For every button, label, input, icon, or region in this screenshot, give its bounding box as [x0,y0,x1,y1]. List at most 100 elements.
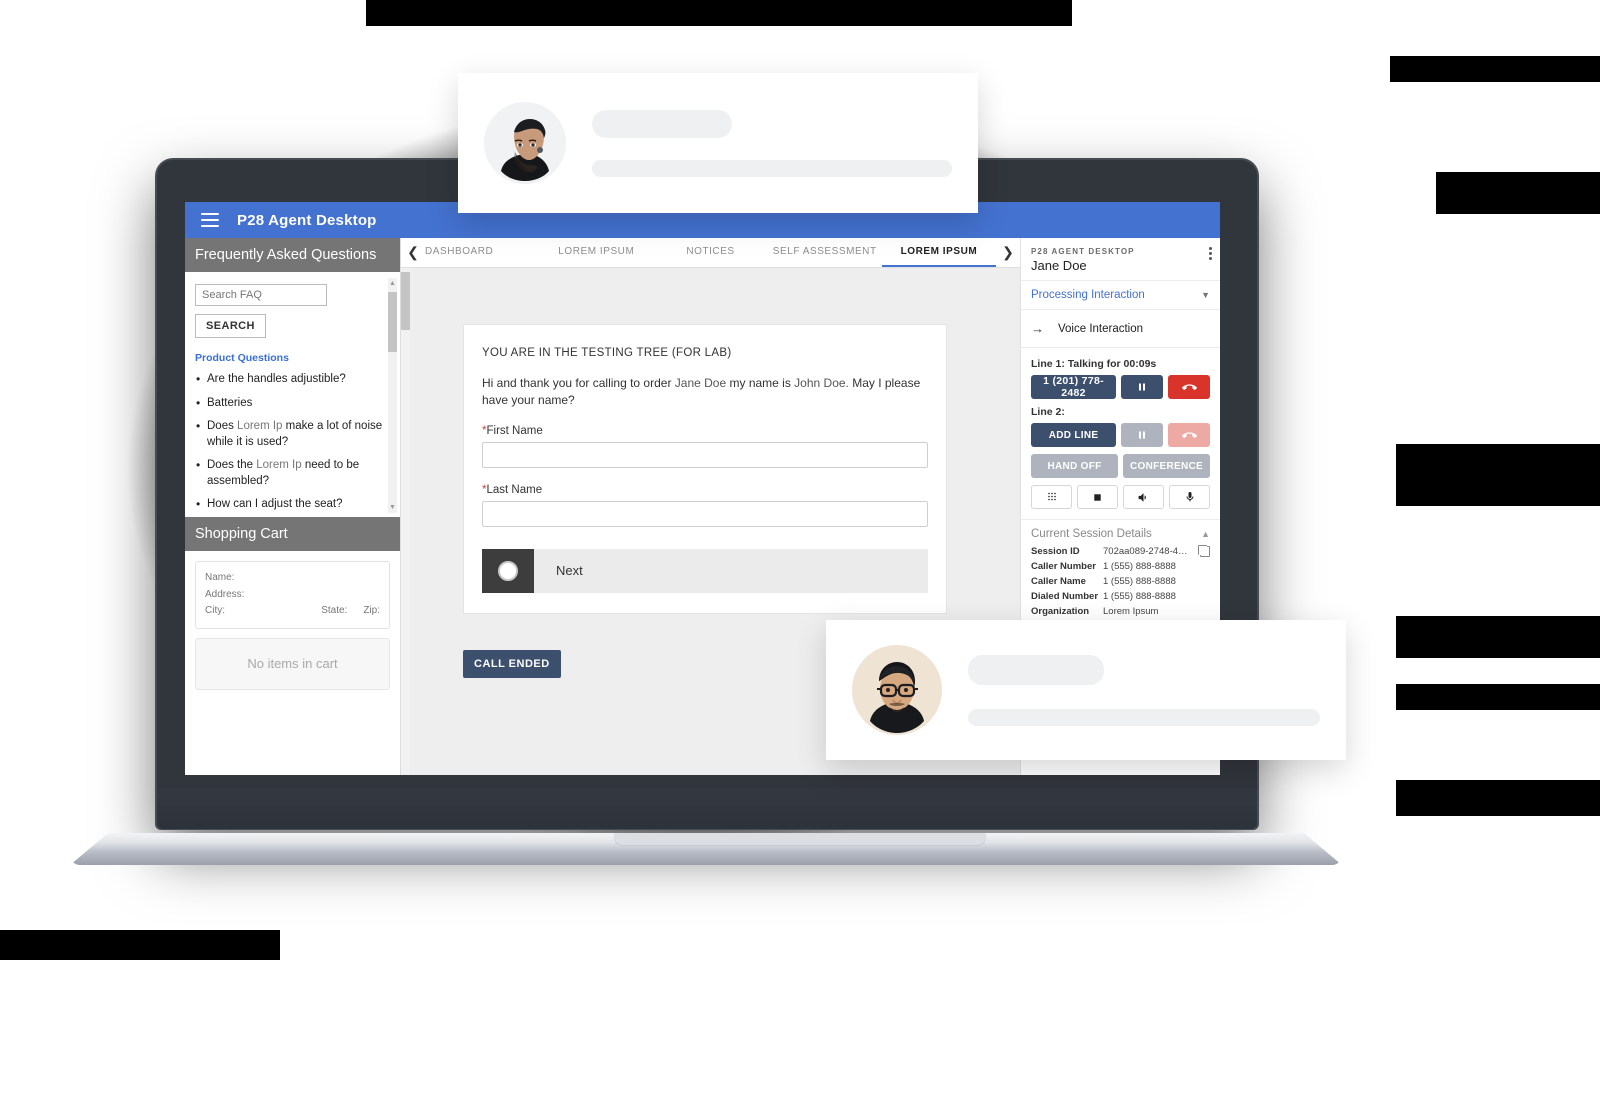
voice-interaction-label: Voice Interaction [1058,322,1144,335]
faq-item[interactable]: Batteries [195,395,390,412]
right-panel-eyebrow: P28 AGENT DESKTOP [1031,247,1135,256]
faq-item[interactable]: Are the handles adjustible? [195,371,390,388]
avatar [852,645,942,735]
faq-search-input[interactable] [195,284,327,306]
conference-button[interactable]: CONFERENCE [1123,454,1210,478]
keypad-icon[interactable] [1031,485,1072,509]
last-name-label: *Last Name [482,483,543,496]
session-detail-row: Caller Name 1 (555) 888-8888 [1031,576,1210,588]
session-detail-row: Organization Lorem Ipsum [1031,606,1210,618]
session-detail-row: Dialed Number 1 (555) 888-8888 [1031,591,1210,603]
chevron-down-icon: ▼ [1201,290,1210,300]
speaker-icon[interactable] [1123,485,1164,509]
laptop-hinge [157,789,1257,829]
cart-state-label: State: [321,605,348,616]
next-button-label: Next [556,563,583,579]
faq-search-button[interactable]: SEARCH [195,314,266,338]
cart-name-label: Name: [205,572,235,583]
stop-icon[interactable] [1077,485,1118,509]
placeholder-line-long [592,159,952,177]
floating-profile-card-top [458,73,978,213]
session-detail-row: Caller Number 1 (555) 888-8888 [1031,561,1210,573]
cart-address-label: Address: [205,588,245,600]
detail-value: Lorem Ipsum [1103,605,1159,617]
cart-city-label: City: [205,605,225,616]
line1-buttons: 1 (201) 778-2482 [1031,375,1210,399]
call-script-text: Hi and thank you for calling to order Ja… [482,375,928,409]
session-detail-row: Session ID 702aa089-2748-4… [1031,545,1210,558]
tab-label: DASHBOARD [425,246,494,257]
script-text-part: my name is [726,376,795,390]
detail-key: Caller Number [1031,560,1096,572]
line2-hold-button[interactable] [1121,423,1163,447]
tab-label: LOREM IPSUM [900,246,978,257]
cart-panel-header: Shopping Cart [185,517,400,551]
cart-empty-message: No items in cart [195,637,390,690]
laptop-base-notch [614,833,986,846]
faq-item[interactable]: How can I adjust the seat? [195,496,390,513]
first-name-input[interactable] [482,441,928,468]
tab-lorem-ipsum-1[interactable]: LOREM IPSUM [539,238,653,267]
detail-key: Dialed Number [1031,590,1099,602]
voice-interaction-row[interactable]: → Voice Interaction [1021,310,1220,348]
media-controls [1031,485,1210,509]
agent-status-dropdown[interactable]: Processing Interaction ▼ [1021,281,1220,310]
placeholder-line-short [968,654,1104,685]
hamburger-icon[interactable] [201,213,219,227]
script-card: YOU ARE IN THE TESTING TREE (FOR LAB) Hi… [463,324,947,614]
tab-self-assessment[interactable]: SELF ASSESSMENT [768,238,882,267]
placeholder-line-short [592,109,732,138]
detail-key: Organization [1031,605,1090,617]
floating-profile-card-bottom [826,620,1346,760]
chevron-right-icon[interactable]: ❯ [996,238,1020,267]
avatar [484,102,566,184]
script-customer-name: Jane Doe [674,376,727,390]
faq-item[interactable]: Does the Lorem Ip need to be assembled? [195,457,390,489]
call-ended-button[interactable]: CALL ENDED [463,650,561,678]
faq-scroll-thumb[interactable] [388,292,397,352]
detail-value: 1 (555) 888-8888 [1103,560,1176,572]
agent-name: Jane Doe [1031,258,1087,273]
left-sidebar: Frequently Asked Questions SEARCH Produc… [185,238,401,775]
copy-icon[interactable] [1198,545,1210,557]
detail-value: 1 (555) 888-8888 [1103,575,1176,587]
session-details-header[interactable]: Current Session Details ▲ [1021,520,1220,546]
main-scroll-thumb[interactable] [401,272,410,330]
line1-hold-button[interactable] [1121,375,1163,399]
line1-label: Line 1: Talking for 00:09s [1031,358,1157,370]
detail-key: Caller Name [1031,575,1086,587]
more-vertical-icon[interactable] [1209,247,1212,260]
arrow-right-icon: → [1031,321,1044,336]
line2-hangup-button[interactable] [1168,423,1210,447]
tab-label: LOREM IPSUM [558,246,635,257]
transfer-buttons: HAND OFF CONFERENCE [1031,454,1210,478]
line-controls: Line 1: Talking for 00:09s 1 (201) 778-2… [1021,348,1220,520]
detail-value: 1 (555) 888-8888 [1103,590,1176,602]
next-button[interactable]: Next [482,548,928,593]
detail-value: 702aa089-2748-4… [1103,546,1188,557]
first-name-label: *First Name [482,424,543,437]
chevron-up-icon: ▲ [1201,529,1210,539]
line1-number-button[interactable]: 1 (201) 778-2482 [1031,375,1116,399]
tab-lorem-ipsum-2[interactable]: LOREM IPSUM [881,238,997,267]
main-scrollbar[interactable] [401,268,410,775]
tab-notices[interactable]: NOTICES [653,238,767,267]
faq-item[interactable]: Does Lorem Ip make a lot of noise while … [195,418,390,450]
chevron-left-icon[interactable]: ❮ [401,238,425,267]
placeholder-lines [592,109,952,177]
script-text-part: Hi and thank you for calling to order [482,376,675,390]
faq-scrollbar[interactable]: ▲ ▼ [388,278,397,513]
microphone-icon[interactable] [1169,485,1210,509]
tab-label: SELF ASSESSMENT [772,246,877,257]
line1-hangup-button[interactable] [1168,375,1210,399]
detail-key: Session ID [1031,546,1080,557]
faq-category-label: Product Questions [195,352,289,364]
scroll-up-icon[interactable]: ▲ [389,280,396,287]
last-name-input[interactable] [482,500,928,527]
add-line-button[interactable]: ADD LINE [1031,423,1116,447]
hand-off-button[interactable]: HAND OFF [1031,454,1118,478]
scroll-down-icon[interactable]: ▼ [389,504,396,511]
tab-dashboard[interactable]: DASHBOARD [425,238,539,267]
faq-question-list: Are the handles adjustible? Batteries Do… [195,371,390,517]
placeholder-lines [968,654,1320,726]
